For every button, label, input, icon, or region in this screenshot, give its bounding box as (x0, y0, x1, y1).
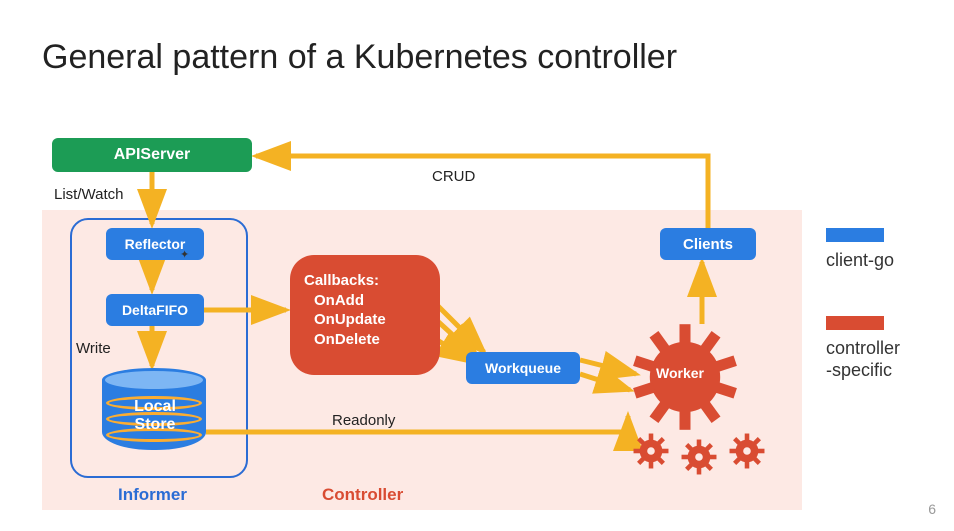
cursor-icon: ✦ (180, 248, 189, 261)
localstore-label: LocalStore (120, 398, 190, 433)
node-workqueue: Workqueue (466, 352, 580, 384)
page-title: General pattern of a Kubernetes controll… (42, 38, 677, 77)
node-clients: Clients (660, 228, 756, 260)
small-gear-2 (680, 438, 718, 476)
legend-controller-specific: controller-specific (826, 338, 900, 381)
worker-label: Worker (656, 365, 704, 381)
controller-group-label: Controller (322, 485, 403, 505)
small-gear-3 (728, 432, 766, 470)
small-gear-1 (632, 432, 670, 470)
informer-group-label: Informer (118, 485, 187, 505)
legend-swatch-blue (826, 228, 884, 242)
legend-swatch-red (826, 316, 884, 330)
label-readonly: Readonly (332, 412, 395, 429)
node-callbacks: Callbacks: OnAdd OnUpdate OnDelete (290, 255, 440, 375)
node-deltafifo: DeltaFIFO (106, 294, 204, 326)
legend-clientgo: client-go (826, 250, 894, 271)
node-reflector: Reflector (106, 228, 204, 260)
page-number: 6 (928, 501, 936, 517)
node-apiserver: APIServer (52, 138, 252, 172)
label-crud: CRUD (432, 168, 475, 185)
label-listwatch: List/Watch (54, 186, 123, 203)
label-write: Write (76, 340, 111, 357)
